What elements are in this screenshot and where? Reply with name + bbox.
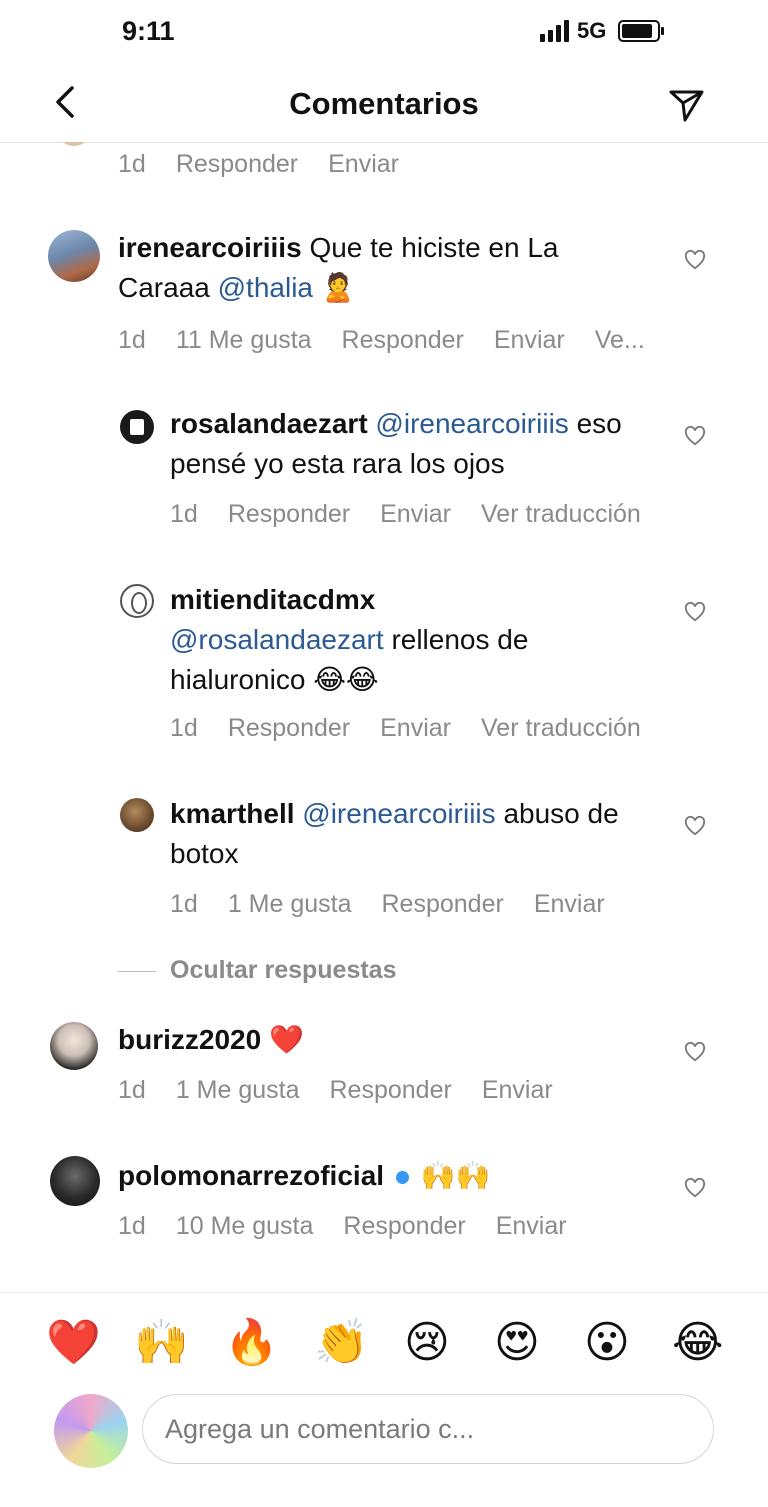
like-heart-icon[interactable] <box>684 1178 706 1198</box>
comment-time: 1d <box>118 326 146 354</box>
comment-actions: 1d Responder Enviar Ver traducción <box>170 500 641 529</box>
reply-button[interactable]: Responder <box>176 150 298 179</box>
comment-emoji: 😂😂 <box>313 663 379 696</box>
avatar[interactable] <box>120 798 154 832</box>
comment-composer <box>0 1390 768 1490</box>
avatar[interactable] <box>50 1022 98 1070</box>
send-button[interactable]: Enviar <box>534 890 605 919</box>
send-button[interactable]: Enviar <box>380 714 451 743</box>
comment-emoji: ❤️ <box>268 1023 304 1056</box>
comment-text: burizz2020 ❤️ <box>118 1020 638 1060</box>
comment-actions: 1d Responder Enviar Ver traducción <box>170 714 641 743</box>
send-button[interactable]: Enviar <box>380 500 451 529</box>
verified-badge-icon <box>395 1171 409 1185</box>
likes-count[interactable]: 1 Me gusta <box>176 1076 300 1105</box>
reply-button[interactable]: Responder <box>342 326 464 355</box>
avatar[interactable] <box>56 142 92 146</box>
comment-text: rosalandaezart @irenearcoiriiis eso pens… <box>170 404 650 484</box>
send-icon[interactable] <box>666 84 706 124</box>
comment-actions: 1d 1 Me gusta Responder Enviar <box>170 890 605 919</box>
emoji-heart-eyes-button[interactable]: 😍 <box>494 1313 540 1373</box>
send-button[interactable]: Enviar <box>496 1212 567 1241</box>
comment-username[interactable]: rosalandaezart <box>170 408 368 439</box>
comment-actions: 1d 11 Me gusta Responder Enviar Ve... <box>118 326 645 355</box>
likes-count[interactable]: 1 Me gusta <box>228 890 352 919</box>
comment-username[interactable]: irenearcoiriiis <box>118 232 302 263</box>
mention-link[interactable]: @rosalandaezart <box>170 624 384 655</box>
status-time: 9:11 <box>122 16 175 46</box>
like-heart-icon[interactable] <box>684 602 706 622</box>
likes-count[interactable]: 11 Me gusta <box>176 326 312 355</box>
reply-button[interactable]: Responder <box>382 890 504 919</box>
page-title: Comentarios <box>289 86 479 121</box>
hide-replies-button[interactable]: Ocultar respuestas <box>170 956 397 985</box>
emoji-raised-hands-button[interactable]: 🙌 <box>134 1313 189 1373</box>
like-heart-icon[interactable] <box>684 426 706 446</box>
reply-button[interactable]: Responder <box>228 714 350 743</box>
emoji-quick-bar: ❤️ 🙌 🔥 👏 😢 😍 😮 😂 <box>0 1292 768 1401</box>
emoji-clap-button[interactable]: 👏 <box>314 1313 369 1373</box>
like-heart-icon[interactable] <box>684 250 706 270</box>
avatar[interactable] <box>48 230 100 282</box>
comment-input[interactable] <box>142 1394 714 1464</box>
status-bar: 9:11 5G <box>0 0 768 70</box>
comment-time: 1d <box>170 890 198 918</box>
comment-emoji: 🙌🙌 <box>420 1159 491 1192</box>
comment-time: 1d <box>118 1212 146 1240</box>
comment-username[interactable]: burizz2020 <box>118 1024 261 1055</box>
avatar[interactable] <box>50 1156 100 1206</box>
comment-time: 1d <box>170 714 198 742</box>
see-translation-link[interactable]: Ver traducción <box>481 500 641 529</box>
status-icons: 5G <box>540 18 665 44</box>
battery-icon <box>618 20 665 42</box>
see-translation-link[interactable]: Ve... <box>595 326 645 355</box>
reply-button[interactable]: Responder <box>343 1212 465 1241</box>
send-button[interactable]: Enviar <box>494 326 565 355</box>
divider <box>118 971 156 972</box>
current-user-avatar <box>54 1394 128 1468</box>
signal-icon <box>540 20 569 42</box>
comment-text: kmarthell @irenearcoiriiis abuso de boto… <box>170 794 650 874</box>
comment-username[interactable]: mitienditacdmx <box>170 584 375 615</box>
avatar[interactable] <box>120 410 154 444</box>
see-translation-link[interactable]: Ver traducción <box>481 714 641 743</box>
comment-text: irenearcoiriiis Que te hiciste en La Car… <box>118 228 638 308</box>
comment-time: 1d <box>118 150 146 178</box>
comment-text: polomonarrezoficial 🙌🙌 <box>118 1156 658 1196</box>
mention-link[interactable]: @irenearcoiriiis <box>302 798 495 829</box>
comment-username[interactable]: kmarthell <box>170 798 295 829</box>
avatar[interactable] <box>120 584 154 618</box>
comment-time: 1d <box>170 500 198 528</box>
emoji-laughing-button[interactable]: 😂 <box>672 1313 723 1373</box>
network-label: 5G <box>577 18 607 43</box>
header: Comentarios <box>0 66 768 143</box>
emoji-surprised-button[interactable]: 😮 <box>584 1313 630 1373</box>
emoji-crying-button[interactable]: 😢 <box>404 1313 450 1373</box>
like-heart-icon[interactable] <box>684 816 706 836</box>
reply-button[interactable]: Responder <box>330 1076 452 1105</box>
reply-button[interactable]: Responder <box>228 500 350 529</box>
mention-link[interactable]: @irenearcoiriiis <box>375 408 568 439</box>
send-button[interactable]: Enviar <box>328 150 399 179</box>
mention-link[interactable]: @thalia <box>218 272 313 303</box>
comments-feed[interactable]: 1d Responder Enviar irenearcoiriiis Que … <box>0 142 768 1292</box>
like-heart-icon[interactable] <box>684 1042 706 1062</box>
comment-actions: 1d 10 Me gusta Responder Enviar <box>118 1212 567 1241</box>
emoji-heart-button[interactable]: ❤️ <box>46 1313 101 1373</box>
comment-text: mitienditacdmx @rosalandaezart rellenos … <box>170 580 630 700</box>
comment-emoji: 🙎 <box>320 271 356 304</box>
comment-time: 1d <box>118 1076 146 1104</box>
comment-username[interactable]: polomonarrezoficial <box>118 1160 384 1191</box>
comment-actions: 1d Responder Enviar <box>118 150 399 179</box>
emoji-fire-button[interactable]: 🔥 <box>224 1313 279 1373</box>
likes-count[interactable]: 10 Me gusta <box>176 1212 314 1241</box>
comment-actions: 1d 1 Me gusta Responder Enviar <box>118 1076 553 1105</box>
send-button[interactable]: Enviar <box>482 1076 553 1105</box>
